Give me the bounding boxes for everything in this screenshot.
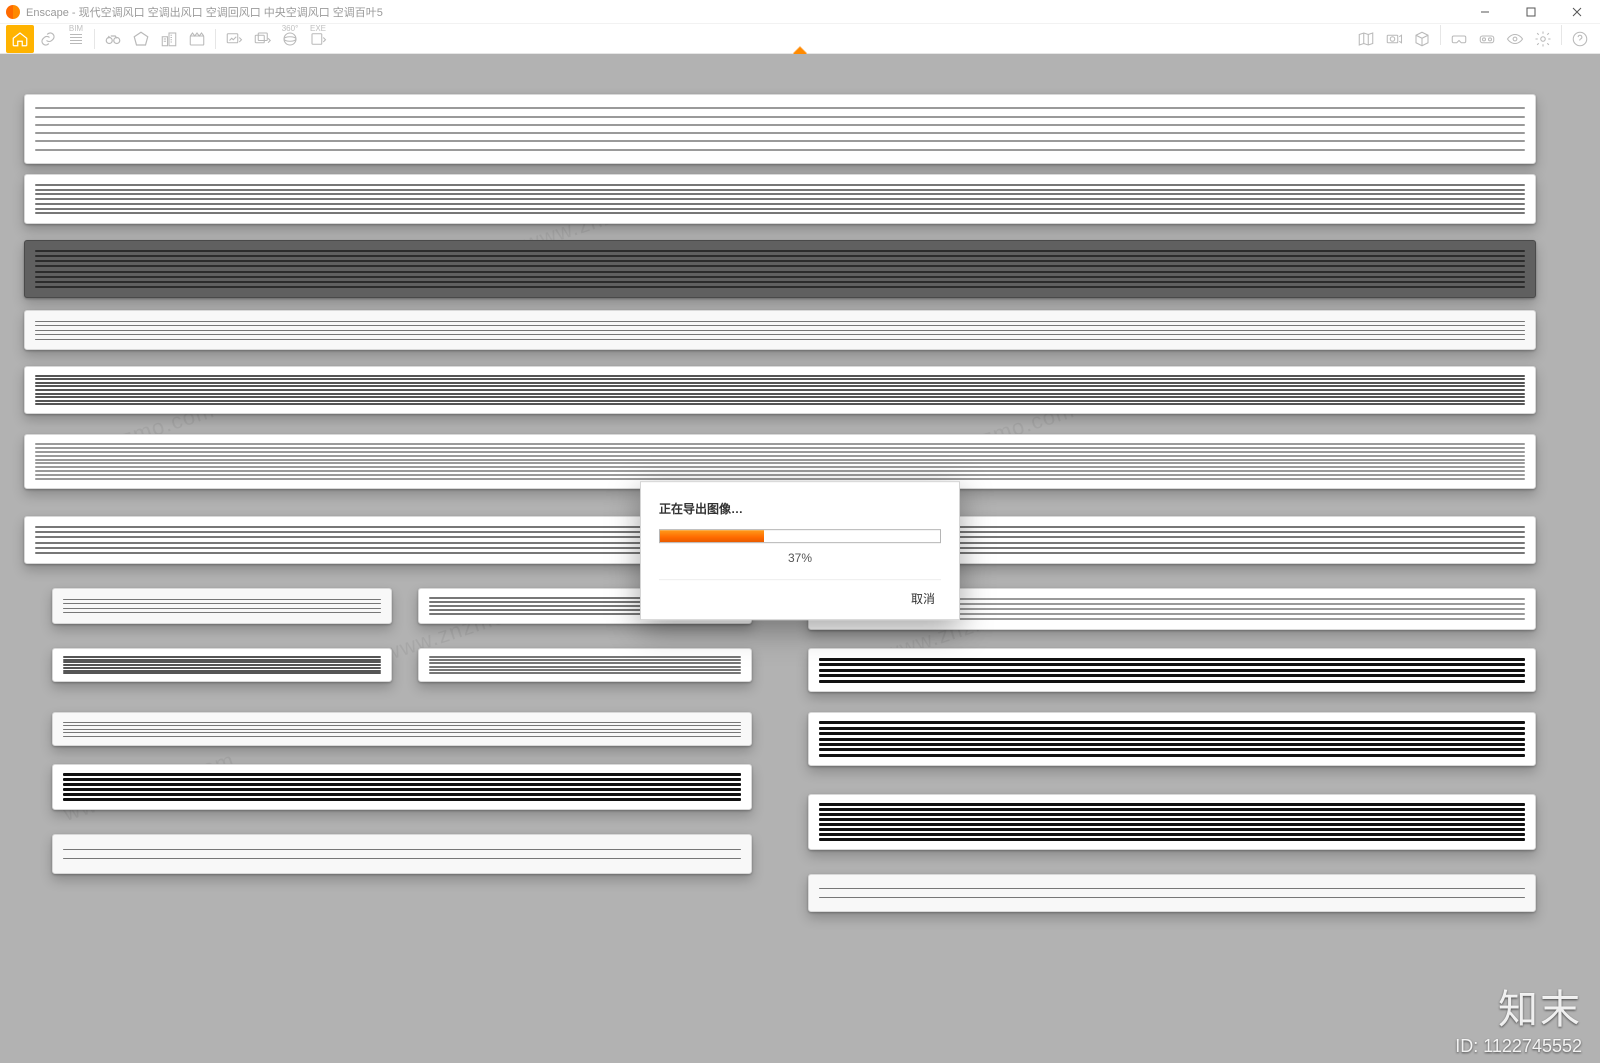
vr-headset-icon[interactable] (1473, 25, 1501, 53)
maximize-button[interactable] (1508, 0, 1554, 24)
eye-icon[interactable] (1501, 25, 1529, 53)
vent-grille (24, 240, 1536, 298)
enscape-window: Enscape - 现代空调风口 空调出风口 空调回风口 中央空调风口 空调百叶… (0, 0, 1600, 1063)
vent-grille (52, 588, 392, 624)
vent-grille (52, 834, 752, 874)
render-viewport[interactable]: www.znzmo.com www.znzmo.com www.znzmo.co… (0, 54, 1600, 1063)
buildings-icon[interactable] (155, 25, 183, 53)
vent-grille (808, 874, 1536, 912)
camera-ortho-icon[interactable] (1380, 25, 1408, 53)
bim-icon[interactable]: BIM (62, 25, 90, 53)
export-progress-dialog: 正在导出图像… 37% 取消 (640, 481, 960, 620)
gear-icon[interactable] (1529, 25, 1557, 53)
home-icon[interactable] (6, 25, 34, 53)
link-icon[interactable] (34, 25, 62, 53)
vent-grille (24, 366, 1536, 414)
vr-icon[interactable] (1445, 25, 1473, 53)
window-title: Enscape - 现代空调风口 空调出风口 空调回风口 中央空调风口 空调百叶… (26, 4, 383, 20)
titlebar[interactable]: Enscape - 现代空调风口 空调出风口 空调回风口 中央空调风口 空调百叶… (0, 0, 1600, 24)
close-button[interactable] (1554, 0, 1600, 24)
vent-grille (52, 648, 392, 682)
batch-export-icon[interactable] (248, 25, 276, 53)
vent-grille (24, 310, 1536, 350)
exe-export-icon[interactable]: EXE (304, 25, 332, 53)
vent-grille (808, 648, 1536, 692)
polygon-icon[interactable] (127, 25, 155, 53)
pano-360-icon[interactable]: 360° (276, 25, 304, 53)
minimize-button[interactable] (1462, 0, 1508, 24)
vent-grille (808, 712, 1536, 766)
progress-fill (660, 530, 764, 542)
main-toolbar: BIM 360° EXE (0, 24, 1600, 54)
cancel-button[interactable]: 取消 (905, 586, 941, 611)
toolbar-expand-chevron-icon[interactable] (793, 47, 807, 54)
vent-grille (418, 648, 752, 682)
clapperboard-icon[interactable] (183, 25, 211, 53)
help-icon[interactable] (1566, 25, 1594, 53)
vent-grille (52, 764, 752, 810)
image-export-icon[interactable] (220, 25, 248, 53)
cube-icon[interactable] (1408, 25, 1436, 53)
map-icon[interactable] (1352, 25, 1380, 53)
vent-grille (52, 712, 752, 746)
dialog-title: 正在导出图像… (659, 500, 941, 517)
vent-grille (808, 794, 1536, 850)
vent-grille (24, 94, 1536, 164)
progress-bar (659, 529, 941, 543)
progress-percent: 37% (659, 551, 941, 565)
binoculars-icon[interactable] (99, 25, 127, 53)
enscape-logo-icon (6, 5, 20, 19)
vent-grille (24, 174, 1536, 224)
